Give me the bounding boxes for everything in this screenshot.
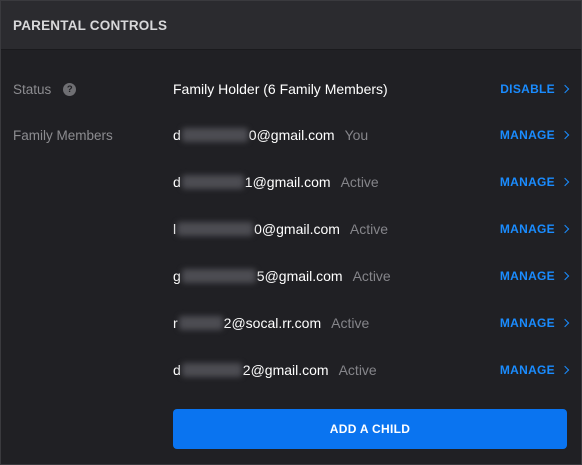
family-holder-value: Family Holder (6 Family Members): [173, 81, 388, 97]
member-row: d 2@gmail.com Active MANAGE: [1, 360, 582, 380]
manage-button[interactable]: MANAGE: [499, 316, 570, 330]
email-prefix: d: [173, 127, 181, 143]
member-status: Active: [331, 315, 370, 331]
email-suffix: 0@gmail.com: [248, 127, 335, 143]
redacted-text: [181, 175, 244, 189]
chevron-right-icon: [560, 365, 570, 375]
email-suffix: 5@gmail.com: [256, 268, 343, 284]
disable-label: DISABLE: [500, 82, 555, 96]
chevron-right-icon: [560, 271, 570, 281]
panel-title: PARENTAL CONTROLS: [13, 17, 168, 33]
member-status: Active: [349, 221, 389, 237]
member-email: d 2@gmail.com: [173, 362, 329, 378]
manage-button[interactable]: MANAGE: [499, 175, 570, 189]
member-status: Active: [338, 362, 377, 378]
manage-button[interactable]: MANAGE: [499, 222, 570, 236]
chevron-right-icon: [560, 318, 570, 328]
member-info: d 1@gmail.com Active: [173, 174, 379, 190]
manage-button[interactable]: MANAGE: [499, 363, 570, 377]
email-prefix: g: [173, 268, 181, 284]
member-email: d 1@gmail.com: [173, 174, 331, 190]
chevron-right-icon: [560, 130, 570, 140]
manage-label: MANAGE: [499, 128, 555, 142]
member-row: g 5@gmail.com Active MANAGE: [1, 266, 582, 286]
member-info: g 5@gmail.com Active: [173, 268, 391, 284]
parental-controls-panel: PARENTAL CONTROLS Status ? Family Holder…: [0, 0, 582, 465]
redacted-text: [177, 222, 254, 236]
email-suffix: 2@socal.rr.com: [223, 315, 322, 331]
chevron-right-icon: [560, 84, 570, 94]
member-email: d 0@gmail.com: [173, 127, 335, 143]
panel-header: PARENTAL CONTROLS: [1, 1, 581, 50]
email-prefix: l: [173, 221, 177, 237]
member-info: l 0@gmail.com Active: [173, 221, 388, 237]
manage-label: MANAGE: [499, 222, 555, 236]
email-prefix: d: [173, 362, 181, 378]
status-row: Status ? Family Holder (6 Family Members…: [1, 79, 582, 99]
add-child-label: ADD A CHILD: [329, 422, 411, 436]
chevron-right-icon: [560, 177, 570, 187]
redacted-text: [181, 128, 248, 142]
member-status: Active: [340, 174, 379, 190]
member-email: r 2@socal.rr.com: [173, 315, 321, 331]
manage-label: MANAGE: [499, 363, 555, 377]
redacted-text: [181, 363, 242, 377]
member-info: d 0@gmail.com You: [173, 127, 368, 143]
member-row: Family Members d 0@gmail.com You MANAGE: [1, 125, 582, 145]
email-suffix: 0@gmail.com: [254, 221, 340, 237]
redacted-text: [181, 269, 256, 283]
help-icon[interactable]: ?: [63, 82, 77, 96]
member-info: d 2@gmail.com Active: [173, 362, 377, 378]
add-child-button[interactable]: ADD A CHILD: [173, 409, 567, 449]
member-email: l 0@gmail.com: [173, 221, 340, 237]
member-status: Active: [352, 268, 391, 284]
manage-label: MANAGE: [499, 269, 555, 283]
email-prefix: r: [173, 315, 178, 331]
email-suffix: 2@gmail.com: [242, 362, 329, 378]
disable-button[interactable]: DISABLE: [500, 82, 570, 96]
manage-button[interactable]: MANAGE: [499, 269, 570, 283]
member-email: g 5@gmail.com: [173, 268, 343, 284]
email-suffix: 1@gmail.com: [244, 174, 331, 190]
redacted-text: [178, 316, 223, 330]
manage-button[interactable]: MANAGE: [499, 128, 570, 142]
manage-label: MANAGE: [499, 316, 555, 330]
email-prefix: d: [173, 174, 181, 190]
member-status: You: [344, 127, 369, 143]
member-row: r 2@socal.rr.com Active MANAGE: [1, 313, 582, 333]
member-row: d 1@gmail.com Active MANAGE: [1, 172, 582, 192]
manage-label: MANAGE: [499, 175, 555, 189]
family-members-label: Family Members: [13, 127, 113, 143]
member-info: r 2@socal.rr.com Active: [173, 315, 369, 331]
status-label: Status: [13, 81, 52, 97]
member-row: l 0@gmail.com Active MANAGE: [1, 219, 582, 239]
status-label-group: Status ?: [13, 81, 77, 97]
chevron-right-icon: [560, 224, 570, 234]
